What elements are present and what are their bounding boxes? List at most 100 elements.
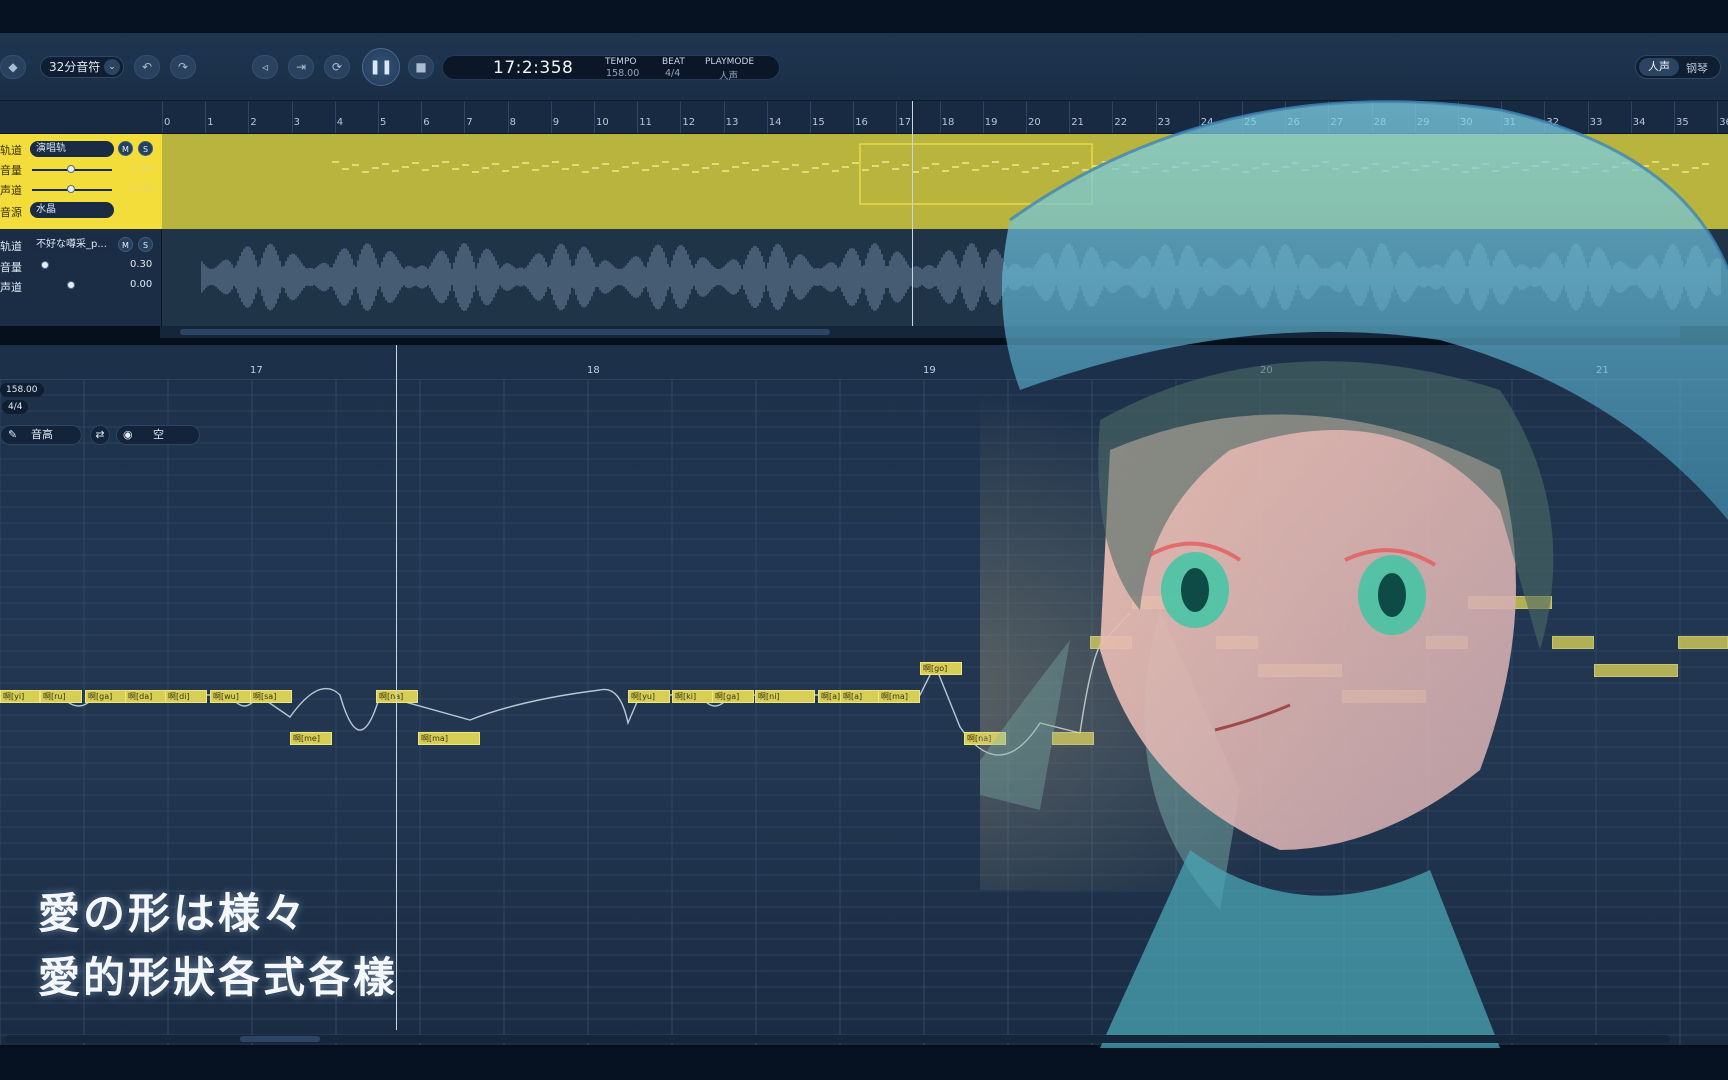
- pause-button[interactable]: ❚❚: [362, 48, 400, 86]
- note-block[interactable]: 啊[ma]: [418, 732, 480, 745]
- ruler-bar-number: 18: [941, 117, 955, 128]
- mode-piano[interactable]: 钢琴: [1686, 60, 1708, 76]
- note-block[interactable]: 啊[a]: [840, 690, 880, 703]
- ruler-bar-number: 14: [768, 117, 782, 128]
- metronome-icon[interactable]: ◃: [252, 55, 278, 79]
- volume-value: 0.30: [130, 259, 153, 270]
- ruler-bar-number: 15: [812, 117, 825, 128]
- note-block[interactable]: 啊[ni]: [755, 690, 815, 703]
- note-block[interactable]: 啊[ga]: [712, 690, 754, 703]
- view-select[interactable]: ◉ 空: [116, 425, 200, 445]
- mute-button[interactable]: M: [118, 141, 133, 156]
- ruler-tick: [594, 101, 595, 133]
- parameter-select[interactable]: ✎ 音高: [0, 425, 82, 445]
- ruler-tick: [248, 101, 250, 133]
- ruler-tick: [723, 101, 725, 133]
- ruler-tick: [853, 101, 855, 133]
- pan-value: 0.00: [130, 183, 153, 194]
- ruler-bar-number: 9: [552, 117, 560, 128]
- bottom-letterbox: [0, 1048, 1728, 1080]
- voice-select[interactable]: 水晶: [30, 202, 114, 218]
- note-block[interactable]: 啊[ki]: [672, 690, 714, 703]
- solo-button[interactable]: S: [138, 237, 153, 252]
- ruler-bar-number: 0: [164, 117, 171, 128]
- solo-button[interactable]: S: [138, 141, 153, 156]
- ruler-tick: [939, 101, 941, 133]
- volume-knob[interactable]: [41, 261, 49, 269]
- transport-display: 17:2:358 TEMPO 158.00 BEAT 4/4 PLAYMODE …: [442, 55, 780, 82]
- tempo-marker[interactable]: 158.00: [0, 383, 44, 397]
- track-name-label: 轨道: [0, 144, 22, 157]
- loop-icon[interactable]: ⟳: [324, 55, 350, 79]
- volume-knob[interactable]: [67, 165, 75, 173]
- mode-vocal[interactable]: 人声: [1639, 58, 1679, 76]
- lyric-line-chinese: 愛的形狀各式各樣: [38, 953, 399, 1002]
- editor-scrollbar[interactable]: [5, 1035, 1670, 1043]
- ruler-tick: [896, 101, 898, 133]
- note-block[interactable]: 啊[yi]: [0, 690, 40, 703]
- editor-bar-number: 18: [587, 365, 600, 376]
- view-label: 空: [153, 428, 164, 441]
- follow-playhead-icon[interactable]: ⇥: [288, 55, 314, 79]
- scroll-thumb[interactable]: [240, 1036, 320, 1042]
- note-block[interactable]: 啊[da]: [125, 690, 167, 703]
- note-block[interactable]: 啊[ru]: [40, 690, 82, 703]
- eraser-icon[interactable]: ◆: [0, 55, 26, 79]
- note-block[interactable]: 啊[ma]: [878, 690, 920, 703]
- pan-value: 0.00: [130, 279, 153, 290]
- note-block[interactable]: 啊[di]: [165, 690, 207, 703]
- track-name-field[interactable]: 不好な噂采_p...: [30, 237, 114, 253]
- ruler-tick: [464, 101, 466, 133]
- ruler-tick: [810, 101, 811, 133]
- track-header-audio[interactable]: 轨道 不好な噂采_p... M S 音量 0.30 声道 0.00: [0, 229, 162, 326]
- chevron-down-icon: ⌄: [104, 59, 120, 75]
- note-block[interactable]: 啊[sa]: [250, 690, 292, 703]
- editor-playhead[interactable]: [396, 345, 397, 1030]
- volume-label: 音量: [0, 164, 22, 177]
- ruler-bar-number: 7: [466, 117, 473, 128]
- note-value-select[interactable]: 32分音符 ⌄: [40, 56, 124, 78]
- note-block[interactable]: 啊[go]: [920, 662, 962, 675]
- tempo-value[interactable]: 158.00: [606, 68, 639, 79]
- mute-button[interactable]: M: [118, 237, 133, 252]
- note-block[interactable]: 啊[yu]: [628, 690, 670, 703]
- pan-label: 声道: [0, 184, 22, 197]
- playmode-value[interactable]: 人声: [719, 68, 738, 82]
- track-header-vocal[interactable]: 轨道 演唱轨 M S 音量 1.00 声道 0.00 音源 水晶: [0, 134, 162, 229]
- ruler-tick: [637, 101, 639, 133]
- beat-value[interactable]: 4/4: [665, 68, 680, 79]
- pan-knob[interactable]: [67, 185, 75, 193]
- ruler-bar-number: 3: [293, 117, 300, 128]
- note-block[interactable]: 啊[ga]: [85, 690, 127, 703]
- lyric-line-japanese: 愛の形は様々: [38, 889, 309, 938]
- pan-knob[interactable]: [67, 281, 75, 289]
- undo-icon[interactable]: ↶: [134, 55, 160, 79]
- mode-toggle[interactable]: 人声 钢琴: [1635, 55, 1721, 79]
- eye-icon: ◉: [123, 428, 133, 441]
- swap-icon[interactable]: ⇄: [90, 425, 110, 445]
- ruler-tick: [421, 101, 423, 133]
- note-block[interactable]: 啊[wu]: [210, 690, 252, 703]
- synth-editor-window: ◆ 32分音符 ⌄ ↶ ↷ ◃ ⇥ ⟳ ❚❚ ■ 17:2:358 TEMPO …: [0, 0, 1728, 1080]
- ruler-bar-number: 4: [336, 117, 344, 128]
- parameter-label: 音高: [31, 428, 53, 441]
- stop-button[interactable]: ■: [408, 55, 434, 79]
- tempo-label: TEMPO: [605, 57, 637, 67]
- ruler-bar-number: 17: [898, 117, 912, 128]
- scroll-thumb[interactable]: [180, 329, 830, 335]
- beat-marker[interactable]: 4/4: [2, 400, 29, 414]
- ruler-bar-number: 6: [423, 117, 430, 128]
- ruler-tick: [205, 101, 207, 133]
- redo-icon[interactable]: ↷: [170, 55, 196, 79]
- track-name-field[interactable]: 演唱轨: [30, 141, 114, 157]
- note-block[interactable]: 啊[me]: [290, 732, 332, 745]
- track-name-label: 轨道: [0, 240, 22, 253]
- ruler-tick: [162, 101, 163, 133]
- pitch-curve[interactable]: [0, 612, 1131, 756]
- arrangement-playhead[interactable]: [912, 101, 913, 326]
- ruler-tick: [766, 101, 768, 133]
- note-block[interactable]: 啊[na]: [376, 690, 418, 703]
- ruler-tick: [550, 101, 552, 133]
- volume-value: 1.00: [130, 163, 153, 174]
- editor-bar-number: 17: [250, 365, 263, 376]
